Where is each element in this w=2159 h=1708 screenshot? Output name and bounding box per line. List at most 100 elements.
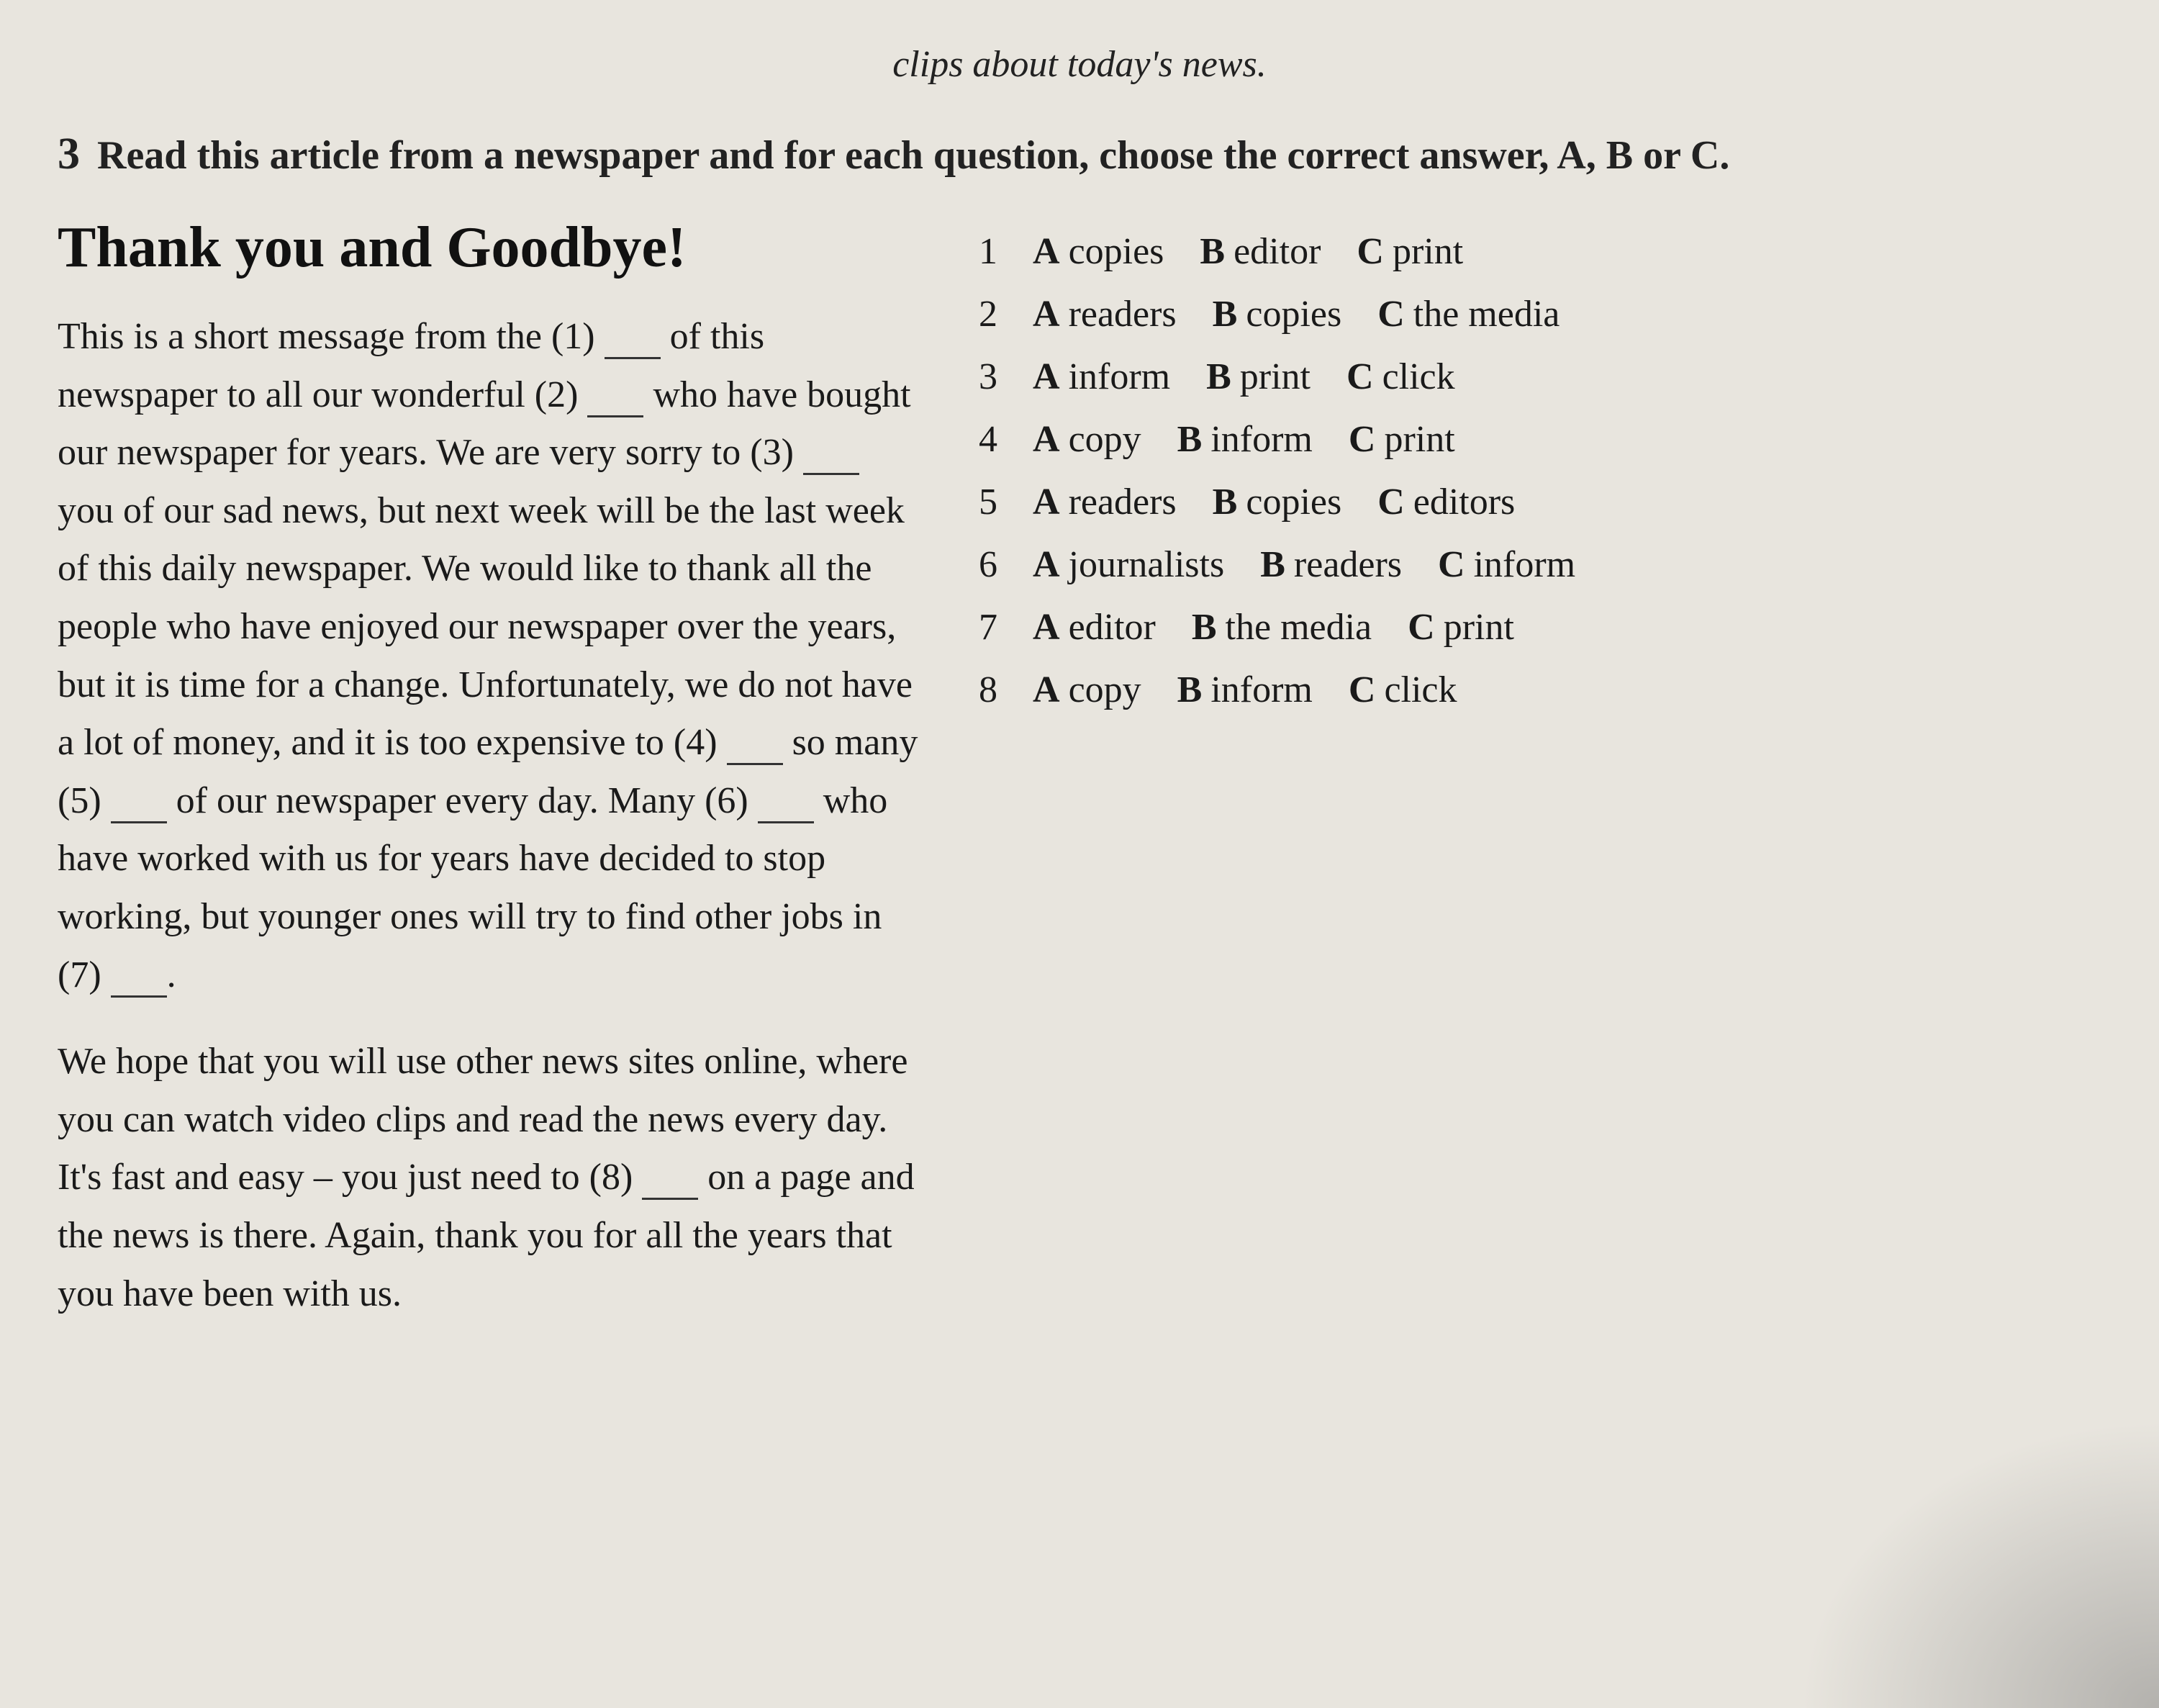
option-letter-2-B: B (1213, 293, 1238, 335)
question-number-5: 5 (979, 481, 1018, 523)
option-text-1-C: print (1393, 230, 1463, 273)
option-text-2-C: the media (1413, 293, 1560, 335)
option-letter-1-A: A (1033, 230, 1060, 273)
question-row-6: 6 Ajournalists Breaders Cinform (979, 543, 2101, 586)
question-row-5: 5AreadersBcopiesCeditors (979, 481, 2101, 523)
question-1-option-C[interactable]: Cprint (1357, 230, 1463, 273)
question-2-option-A[interactable]: Areaders (1033, 293, 1177, 335)
page-container: clips about today's news. 3 Read this ar… (0, 0, 2159, 1708)
blank-1 (605, 316, 661, 359)
question-4-option-C[interactable]: Cprint (1349, 418, 1455, 461)
question-6-option-C[interactable]: Cinform (1438, 543, 1575, 586)
question-8-option-B[interactable]: Binform (1177, 669, 1313, 711)
option-text-6-A: journalists (1069, 543, 1225, 586)
option-text-3-A: inform (1069, 356, 1171, 398)
question-row-4: 4AcopyBinformCprint (979, 418, 2101, 461)
top-instruction: clips about today's news. (58, 43, 2101, 86)
option-letter-3-A: A (1033, 356, 1060, 398)
option-text-7-B: the media (1226, 606, 1372, 649)
option-text-7-A: editor (1069, 606, 1156, 649)
question-number-4: 4 (979, 418, 1018, 461)
option-letter-7-A: A (1033, 606, 1060, 649)
option-letter-1-B: B (1200, 230, 1225, 273)
question-4-option-A[interactable]: Acopy (1033, 418, 1141, 461)
option-text-2-B: copies (1246, 293, 1341, 335)
question-3-option-B[interactable]: Bprint (1206, 356, 1311, 398)
option-text-2-A: readers (1069, 293, 1177, 335)
question-1-option-B[interactable]: Beditor (1200, 230, 1321, 273)
option-letter-7-C: C (1408, 606, 1435, 649)
option-letter-5-B: B (1213, 481, 1238, 523)
blank-5 (111, 780, 167, 823)
option-text-4-A: copy (1069, 418, 1141, 461)
question-row-8: 8 Acopy Binform Cclick (979, 669, 2101, 711)
question-6-option-B[interactable]: Breaders (1260, 543, 1402, 586)
questions-section: 1AcopiesBeditorCprint2AreadersBcopiesCth… (979, 216, 2101, 731)
option-letter-4-C: C (1349, 418, 1376, 461)
question-5-option-C[interactable]: Ceditors (1377, 481, 1515, 523)
question-number-6: 6 (979, 543, 1018, 586)
question-1-option-A[interactable]: Acopies (1033, 230, 1164, 273)
question-options-3: Ainform Bprint Cclick (1033, 356, 2101, 398)
top-instruction-text: clips about today's news. (892, 44, 1267, 85)
option-text-5-C: editors (1413, 481, 1516, 523)
question-4-option-B[interactable]: Binform (1177, 418, 1313, 461)
question-row-2: 2AreadersBcopiesCthe media (979, 293, 2101, 335)
question-number-1: 1 (979, 230, 1018, 273)
question-3-option-C[interactable]: Cclick (1346, 356, 1455, 398)
blank-2 (587, 374, 643, 417)
option-text-3-C: click (1382, 356, 1455, 398)
option-text-8-A: copy (1069, 669, 1141, 711)
blank-6 (758, 780, 814, 823)
option-text-6-C: inform (1474, 543, 1576, 586)
section-instruction: Read this article from a newspaper and f… (97, 133, 1729, 178)
section-header: 3 Read this article from a newspaper and… (58, 129, 2101, 180)
article-paragraph1: This is a short message from the (1) of … (58, 308, 921, 1004)
question-5-option-B[interactable]: Bcopies (1213, 481, 1342, 523)
option-letter-2-A: A (1033, 293, 1060, 335)
option-text-4-C: print (1384, 418, 1454, 461)
question-7-option-A[interactable]: Aeditor (1033, 606, 1156, 649)
question-2-option-C[interactable]: Cthe media (1377, 293, 1560, 335)
option-letter-4-B: B (1177, 418, 1203, 461)
question-8-option-C[interactable]: Cclick (1349, 669, 1457, 711)
question-row-3: 3AinformBprintCclick (979, 356, 2101, 398)
question-options-7: Aeditor Bthe media Cprint (1033, 606, 2101, 649)
option-letter-6-C: C (1438, 543, 1465, 586)
blank-8 (642, 1157, 698, 1200)
question-number-3: 3 (979, 356, 1018, 398)
option-text-5-A: readers (1069, 481, 1177, 523)
option-letter-3-C: C (1346, 356, 1374, 398)
question-8-option-A[interactable]: Acopy (1033, 669, 1141, 711)
question-5-option-A[interactable]: Areaders (1033, 481, 1177, 523)
question-6-option-A[interactable]: Ajournalists (1033, 543, 1224, 586)
option-text-8-C: click (1384, 669, 1457, 711)
option-text-8-B: inform (1210, 669, 1313, 711)
question-row-1: 1AcopiesBeditorCprint (979, 230, 2101, 273)
option-text-7-C: print (1444, 606, 1514, 649)
blank-7 (111, 954, 167, 998)
question-options-2: Areaders Bcopies Cthe media (1033, 293, 2101, 335)
option-text-1-B: editor (1234, 230, 1321, 273)
option-text-1-A: copies (1069, 230, 1164, 273)
option-letter-5-A: A (1033, 481, 1060, 523)
question-options-8: Acopy Binform Cclick (1033, 669, 2101, 711)
option-letter-4-A: A (1033, 418, 1060, 461)
question-7-option-B[interactable]: Bthe media (1192, 606, 1372, 649)
question-3-option-A[interactable]: Ainform (1033, 356, 1170, 398)
question-number-8: 8 (979, 669, 1018, 711)
article-section: Thank you and Goodbye! This is a short m… (58, 216, 921, 1352)
question-options-6: Ajournalists Breaders Cinform (1033, 543, 2101, 586)
option-letter-7-B: B (1192, 606, 1217, 649)
option-text-5-B: copies (1246, 481, 1341, 523)
blank-3 (803, 432, 859, 475)
option-letter-8-B: B (1177, 669, 1203, 711)
option-letter-1-C: C (1357, 230, 1384, 273)
question-2-option-B[interactable]: Bcopies (1213, 293, 1342, 335)
question-options-5: Areaders Bcopies Ceditors (1033, 481, 2101, 523)
question-7-option-C[interactable]: Cprint (1408, 606, 1514, 649)
question-number-7: 7 (979, 606, 1018, 649)
option-letter-5-C: C (1377, 481, 1405, 523)
option-text-6-B: readers (1294, 543, 1402, 586)
question-row-7: 7AeditorBthe mediaCprint (979, 606, 2101, 649)
